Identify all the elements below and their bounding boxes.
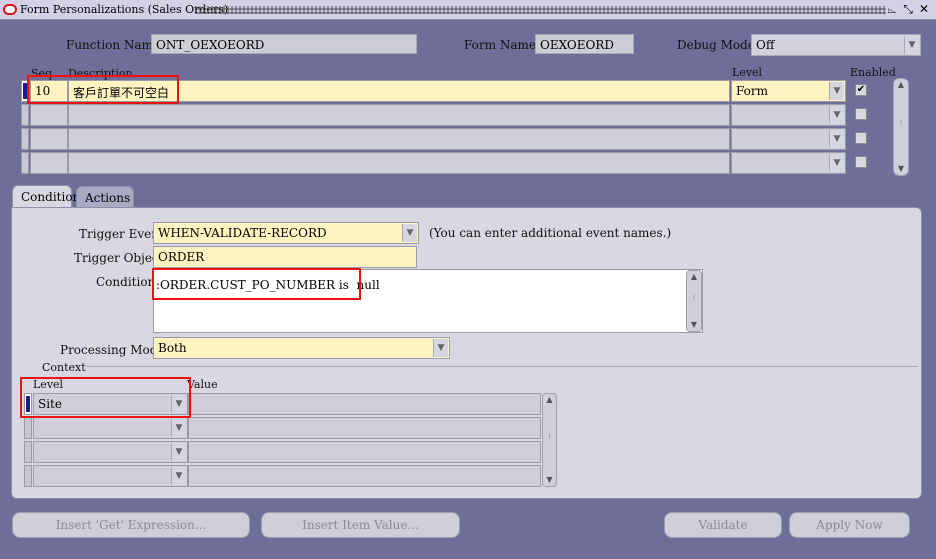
level-select[interactable]: ▼ <box>731 128 846 150</box>
trigger-object-field[interactable]: ORDER <box>153 246 417 268</box>
level-value: Form <box>736 84 769 98</box>
scroll-grip-icon[interactable]: ⁝ <box>546 433 553 447</box>
context-value-header: Value <box>187 378 218 391</box>
trigger-object-label: Trigger Object <box>74 251 164 265</box>
context-value-field[interactable] <box>188 465 541 487</box>
row-selector[interactable] <box>21 128 29 150</box>
enabled-header: Enabled <box>850 66 896 79</box>
seq-field[interactable] <box>30 104 68 126</box>
chevron-down-icon[interactable]: ▼ <box>171 419 186 437</box>
chevron-down-icon[interactable]: ▼ <box>829 154 844 172</box>
chevron-down-icon[interactable]: ▼ <box>829 130 844 148</box>
chevron-down-icon[interactable]: ▼ <box>829 82 844 100</box>
trigger-event-select[interactable]: WHEN-VALIDATE-RECORD ▼ <box>153 222 419 244</box>
condition-scrollbar[interactable]: ▲ ⁝ ▼ <box>686 270 702 332</box>
enabled-checkbox[interactable]: ✔ <box>855 84 867 96</box>
chevron-down-icon[interactable]: ▼ <box>171 443 186 461</box>
context-row-selector[interactable] <box>24 465 32 487</box>
level-select[interactable]: ▼ <box>731 104 846 126</box>
context-row-selector[interactable] <box>24 441 32 463</box>
context-row-selector[interactable] <box>24 417 32 439</box>
context-level-select[interactable]: ▼ <box>33 465 188 487</box>
insert-item-value-button[interactable]: Insert Item Value... <box>261 512 460 538</box>
chevron-down-icon[interactable]: ▼ <box>433 339 448 357</box>
rules-scrollbar[interactable]: ▲ ⁝ ▼ <box>893 78 909 176</box>
description-field[interactable] <box>68 104 730 126</box>
scroll-down-icon[interactable]: ▼ <box>543 474 556 486</box>
scroll-grip-icon[interactable]: ⁝ <box>690 294 698 308</box>
context-scrollbar[interactable]: ▲ ⁝ ▼ <box>542 393 557 487</box>
context-level-select[interactable]: ▼ <box>33 417 188 439</box>
debug-mode-label: Debug Mode <box>677 38 755 52</box>
chevron-down-icon[interactable]: ▼ <box>171 467 186 485</box>
enabled-checkbox[interactable] <box>855 132 867 144</box>
description-field[interactable] <box>68 128 730 150</box>
validate-button[interactable]: Validate <box>664 512 782 538</box>
level-select[interactable]: Form ▼ <box>731 80 846 102</box>
debug-mode-value: Off <box>756 38 775 52</box>
level-header: Level <box>732 66 763 79</box>
row-selector[interactable] <box>21 152 29 174</box>
row-selector[interactable] <box>21 104 29 126</box>
chevron-down-icon[interactable]: ▼ <box>402 224 417 242</box>
scroll-up-icon[interactable]: ▲ <box>543 394 556 406</box>
oracle-logo-icon <box>3 4 17 15</box>
context-value-field[interactable] <box>188 393 541 415</box>
chevron-down-icon[interactable]: ▼ <box>829 106 844 124</box>
function-name-label: Function Name <box>66 38 161 52</box>
restore-icon[interactable]: ⤡ <box>901 2 915 16</box>
debug-mode-select[interactable]: Off ▼ <box>751 34 921 56</box>
scroll-down-icon[interactable]: ▼ <box>894 163 908 175</box>
trigger-event-hint: (You can enter additional event names.) <box>429 226 672 240</box>
highlight-box-rule <box>27 75 179 104</box>
processing-mode-select[interactable]: Both ▼ <box>153 337 450 359</box>
context-level-select[interactable]: ▼ <box>33 441 188 463</box>
context-value-field[interactable] <box>188 417 541 439</box>
function-name-field[interactable]: ONT_OEXOEORD <box>151 34 417 54</box>
context-section-label: Context <box>42 361 86 374</box>
highlight-box-context <box>20 377 191 418</box>
title-bar: Form Personalizations (Sales Orders) ⌳ ⤡… <box>0 0 936 20</box>
tab-actions[interactable]: Actions <box>76 186 134 207</box>
form-name-field[interactable]: OEXOEORD <box>535 34 634 54</box>
close-icon[interactable]: ✕ <box>917 2 931 16</box>
level-select[interactable]: ▼ <box>731 152 846 174</box>
form-name-label: Form Name <box>464 38 536 52</box>
insert-get-expression-button[interactable]: Insert 'Get' Expression... <box>12 512 250 538</box>
enabled-checkbox[interactable] <box>855 156 867 168</box>
seq-field[interactable] <box>30 128 68 150</box>
scroll-up-icon[interactable]: ▲ <box>687 271 701 283</box>
title-bar-grip <box>195 6 886 14</box>
resize-icon[interactable]: ⌳ <box>885 2 899 16</box>
seq-field[interactable] <box>30 152 68 174</box>
enabled-checkbox[interactable] <box>855 108 867 120</box>
highlight-box-condition <box>152 268 361 300</box>
scroll-up-icon[interactable]: ▲ <box>894 79 908 91</box>
tab-condition[interactable]: Condition <box>12 185 80 208</box>
trigger-event-label: Trigger Event <box>79 227 164 241</box>
scroll-grip-icon[interactable]: ⁝ <box>897 120 905 134</box>
processing-mode-value: Both <box>158 341 187 355</box>
processing-mode-label: Processing Mode <box>60 343 165 357</box>
trigger-event-value: WHEN-VALIDATE-RECORD <box>158 226 327 240</box>
scroll-down-icon[interactable]: ▼ <box>687 319 701 331</box>
context-divider <box>86 366 918 367</box>
apply-now-button[interactable]: Apply Now <box>789 512 910 538</box>
condition-label: Condition <box>96 275 156 289</box>
context-value-field[interactable] <box>188 441 541 463</box>
description-field[interactable] <box>68 152 730 174</box>
chevron-down-icon[interactable]: ▼ <box>904 36 919 54</box>
